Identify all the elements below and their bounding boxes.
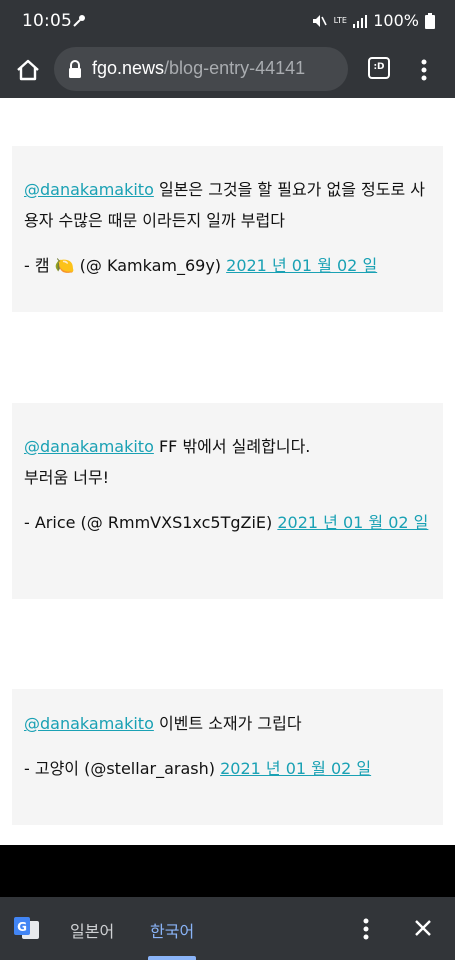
mention-link[interactable]: @danakamakito [24,437,154,456]
close-icon[interactable] [414,919,432,937]
comment-body: @danakamakito 이벤트 소재가 그립다 [24,708,431,739]
comment-card: @danakamakito FF 밖에서 실례합니다. 부러움 너무! - Ari… [12,403,443,599]
address-bar[interactable]: fgo.news/blog-entry-44141 [54,47,348,91]
comment-card: @danakamakito 이벤트 소재가 그립다 - 고양이 (@stella… [12,689,443,825]
comment-signature: - 캠 🍋 (@ Kamkam_69y) 2021 년 01 월 02 일 [24,250,431,281]
translate-options-icon[interactable] [358,916,374,942]
active-tab-indicator [148,956,196,960]
comment-author: - 캠 🍋 (@ Kamkam_69y) [24,256,227,275]
lock-icon [69,60,81,78]
tab-target-language[interactable]: 한국어 [150,918,194,942]
comment-text: FF 밖에서 실례합니다. [153,437,311,456]
status-icons: LTE 100% [311,11,435,30]
comment-author: - Arice (@ RmmVXS1xc5TgZiE) [24,513,278,532]
google-translate-icon: G [14,917,39,939]
comment-body: @danakamakito 일본은 그것을 할 필요가 없을 정도로 사용자 수… [24,174,431,236]
comment-card: @danakamakito 일본은 그것을 할 필요가 없을 정도로 사용자 수… [12,146,443,312]
url-text[interactable]: fgo.news/blog-entry-44141 [92,58,305,79]
comment-author: - 고양이 (@stellar_arash) [24,759,221,778]
mute-icon [313,14,327,27]
network-type: LTE [333,15,347,25]
svg-text:G: G [17,920,27,934]
page-content: @danakamakito 일본은 그것을 할 필요가 없을 정도로 사용자 수… [0,98,455,845]
translate-bar: G 일본어 한국어 [0,897,455,960]
url-domain: fgo.news [92,58,165,78]
status-time: 10:05 [22,11,72,31]
battery-percent: 100% [373,11,419,30]
browser-toolbar: fgo.news/blog-entry-44141 :D [0,44,455,98]
status-bar: 10:05 LTE 100% [0,0,455,44]
key-icon [73,15,85,27]
tab-switcher-button[interactable]: :D [368,57,390,79]
comment-date-link[interactable]: 2021 년 01 월 02 일 [277,513,428,532]
mention-link[interactable]: @danakamakito [24,180,154,199]
signal-icon [353,14,368,28]
comment-signature: - Arice (@ RmmVXS1xc5TgZiE) 2021 년 01 월 … [24,507,431,538]
mention-link[interactable]: @danakamakito [24,714,154,733]
battery-icon [425,12,435,29]
comment-date-link[interactable]: 2021 년 01 월 02 일 [220,759,371,778]
more-menu-icon[interactable] [414,56,434,84]
url-path: /blog-entry-44141 [164,58,306,78]
comment-date-link[interactable]: 2021 년 01 월 02 일 [226,256,377,275]
tab-source-language[interactable]: 일본어 [70,918,114,942]
comment-body: @danakamakito FF 밖에서 실례합니다. 부러움 너무! [24,431,431,493]
comment-signature: - 고양이 (@stellar_arash) 2021 년 01 월 02 일 [24,753,431,784]
comment-text-line2: 부러움 너무! [24,468,110,487]
comment-text: 이벤트 소재가 그립다 [153,714,302,733]
page-footer-band [0,845,455,897]
home-icon[interactable] [14,56,42,84]
